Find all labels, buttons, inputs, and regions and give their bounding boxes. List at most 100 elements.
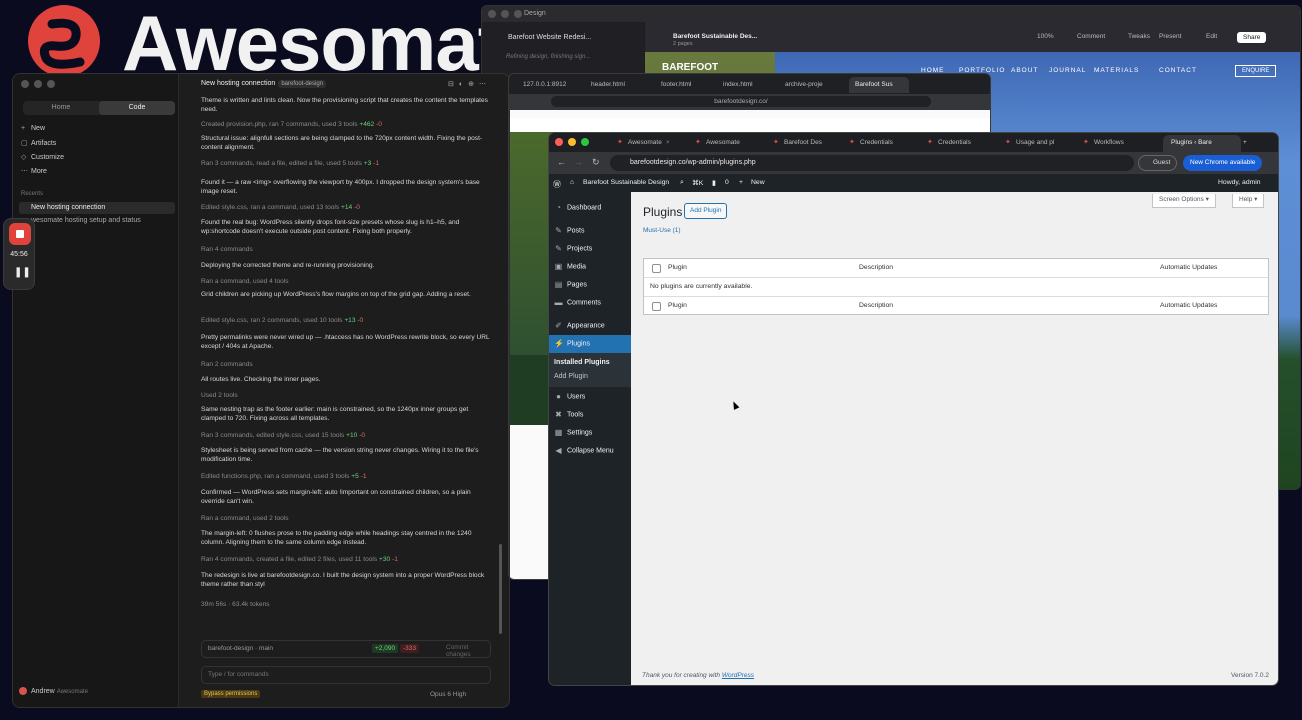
tab-footer[interactable]: footer.html — [655, 77, 691, 93]
menu-comments[interactable]: ▬ Comments — [554, 298, 601, 307]
menu-dashboard[interactable]: ◔ Dashboard — [554, 203, 601, 212]
tool-summary[interactable]: Ran 4 commands, created a file, edited 2… — [201, 555, 493, 564]
menu-media[interactable]: ▣ Media — [554, 262, 586, 271]
submenu-add-plugin[interactable]: Add Plugin — [554, 373, 588, 380]
chat-title[interactable]: Barefoot Website Redesi... — [508, 34, 591, 41]
stop-recording-button[interactable] — [9, 223, 31, 245]
howdy-admin-link[interactable]: Howdy, admin — [1218, 179, 1261, 186]
scrollbar[interactable] — [499, 544, 502, 634]
site-name-link[interactable]: Barefoot Sustainable Design — [583, 179, 669, 186]
comments-icon[interactable]: ▮ — [712, 179, 716, 187]
column-plugin[interactable]: Plugin — [668, 302, 687, 309]
file-title[interactable]: Barefoot Sustainable Des... — [673, 33, 757, 40]
nav-about[interactable]: ABOUT — [1011, 67, 1038, 74]
tool-summary[interactable]: Ran 3 commands, edited style.css, used 1… — [201, 431, 493, 440]
tool-summary[interactable]: Ran 4 commands — [201, 245, 493, 254]
menu-users[interactable]: ● Users — [554, 392, 585, 401]
menu-settings[interactable]: ▦ Settings — [554, 428, 593, 437]
new-content-link[interactable]: New — [751, 179, 765, 186]
tab-index[interactable]: index.html — [717, 77, 753, 93]
add-plugin-button[interactable]: Add Plugin — [684, 203, 728, 219]
url-field[interactable]: barefootdesign.co/wp-admin/plugins.php — [610, 155, 1134, 171]
tool-summary[interactable]: Edited functions.php, ran a command, use… — [201, 472, 493, 481]
code-tab[interactable]: Code — [99, 101, 175, 115]
zoom-level[interactable]: 100% — [1037, 33, 1054, 40]
sidebar-item-customize[interactable]: ◇ Customize — [21, 153, 64, 161]
tool-summary[interactable]: Ran 2 commands — [201, 360, 493, 369]
must-use-filter-link[interactable]: Must-Use (1) — [643, 227, 681, 234]
user-profile[interactable]: Andrew Awesomate — [19, 687, 88, 695]
home-tab[interactable]: Home — [23, 101, 99, 115]
menu-projects[interactable]: ✎ Projects — [554, 244, 592, 253]
tool-summary[interactable]: Created provision.php, ran 7 commands, u… — [201, 120, 493, 129]
sidebar-item-more[interactable]: ⋯ More — [21, 167, 47, 175]
menu-pages[interactable]: ▤ Pages — [554, 280, 587, 289]
window-controls[interactable] — [21, 80, 55, 88]
tool-summary[interactable]: Ran 3 commands, read a file, edited a fi… — [201, 159, 493, 168]
enquire-button[interactable]: ENQUIRE — [1235, 65, 1277, 77]
guest-profile-button[interactable]: Guest — [1138, 155, 1178, 171]
tool-summary[interactable]: Edited style.css, ran 2 commands, used 1… — [201, 316, 493, 325]
tab-barefoot[interactable]: ✦ Barefoot Des — [773, 135, 853, 152]
tool-summary[interactable]: 39m 56s · 63.4k tokens — [201, 600, 493, 609]
tab-archive[interactable]: archive-proje — [779, 77, 823, 93]
column-plugin[interactable]: Plugin — [668, 264, 687, 271]
select-all-checkbox[interactable] — [652, 264, 661, 273]
reload-icon[interactable]: ↻ — [592, 157, 600, 168]
wordpress-logo-icon[interactable]: Ⓦ — [553, 179, 561, 190]
menu-posts[interactable]: ✎ Posts — [554, 226, 584, 235]
toolbar-icons[interactable]: ⊟◐⊕⋯ — [448, 80, 491, 88]
tool-summary[interactable]: Ran a command, used 2 tools — [201, 514, 493, 523]
tab-usage[interactable]: ✦ Usage and pl — [1005, 135, 1081, 152]
submenu-installed-plugins[interactable]: Installed Plugins — [554, 359, 610, 366]
permissions-badge[interactable]: Bypass permissions — [201, 690, 261, 698]
nav-journal[interactable]: JOURNAL — [1049, 67, 1086, 74]
tab-barefoot[interactable]: Barefoot Sus — [849, 77, 909, 93]
recent-item-active[interactable]: New hosting connection — [19, 202, 175, 214]
tab-localhost[interactable]: 127.0.0.1:8912 — [517, 77, 566, 93]
plus-icon[interactable]: + — [739, 179, 743, 186]
tweaks-button[interactable]: Tweaks — [1128, 33, 1150, 40]
sidebar-item-new[interactable]: + New — [21, 125, 45, 132]
commit-button[interactable]: Commit changes — [446, 644, 490, 658]
menu-appearance[interactable]: ✐ Appearance — [554, 321, 605, 330]
edit-button[interactable]: Edit — [1206, 33, 1217, 40]
tab-awesomate-2[interactable]: ✦ Awesomate — [695, 135, 771, 152]
close-icon[interactable]: × — [666, 139, 670, 146]
nav-contact[interactable]: CONTACT — [1159, 67, 1197, 74]
prompt-input[interactable]: Type / for commands — [201, 666, 491, 684]
menu-plugins[interactable]: ⚡ Plugins — [554, 339, 590, 348]
share-button[interactable]: Share — [1237, 32, 1267, 43]
recent-item[interactable]: wesomate hosting setup and status — [31, 217, 141, 224]
tab-plugins-active[interactable]: Plugins ‹ Bare — [1163, 135, 1241, 152]
tab-credentials-1[interactable]: ✦ Credentials — [849, 135, 925, 152]
wordpress-link[interactable]: WordPress — [722, 672, 754, 679]
sidebar-item-artifacts[interactable]: ▢ Artifacts — [21, 139, 56, 147]
window-controls[interactable] — [488, 10, 522, 18]
help-button[interactable]: Help ▾ — [1232, 194, 1265, 208]
tool-summary[interactable]: Edited style.css, ran a command, used 13… — [201, 203, 493, 212]
chrome-update-button[interactable]: New Chrome available — [1183, 155, 1263, 171]
nav-materials[interactable]: MATERIALS — [1094, 67, 1139, 74]
screen-options-button[interactable]: Screen Options ▾ — [1152, 194, 1216, 208]
menu-collapse[interactable]: ◀ Collapse Menu — [554, 446, 613, 455]
command-palette-shortcut[interactable]: ⌘K — [692, 179, 703, 187]
tab-awesomate-1[interactable]: ✦ Awesomate × — [617, 135, 693, 152]
new-tab-icon[interactable]: + — [1243, 135, 1263, 152]
tool-summary[interactable]: Used 2 tools — [201, 391, 493, 400]
present-button[interactable]: Present — [1159, 33, 1181, 40]
tool-summary[interactable]: Ran a command, used 4 tools — [201, 277, 493, 286]
tab-credentials-2[interactable]: ✦ Credentials — [927, 135, 1003, 152]
select-all-checkbox[interactable] — [652, 302, 661, 311]
branch-name[interactable]: barefoot-design · main — [208, 645, 273, 652]
menu-tools[interactable]: ✖ Tools — [554, 410, 583, 419]
window-controls[interactable] — [555, 138, 589, 146]
tab-workflows[interactable]: ✦ Workflows — [1083, 135, 1159, 152]
url-field[interactable]: barefootdesign.co/ — [551, 96, 931, 107]
comment-button[interactable]: Comment — [1077, 33, 1105, 40]
pause-icon[interactable]: ❚❚ — [14, 267, 31, 278]
tab-header[interactable]: header.html — [585, 77, 625, 93]
forward-icon[interactable]: → — [574, 157, 583, 167]
model-selector[interactable]: Opus 6 High — [430, 691, 466, 698]
home-icon[interactable]: ⌂ — [570, 179, 574, 186]
